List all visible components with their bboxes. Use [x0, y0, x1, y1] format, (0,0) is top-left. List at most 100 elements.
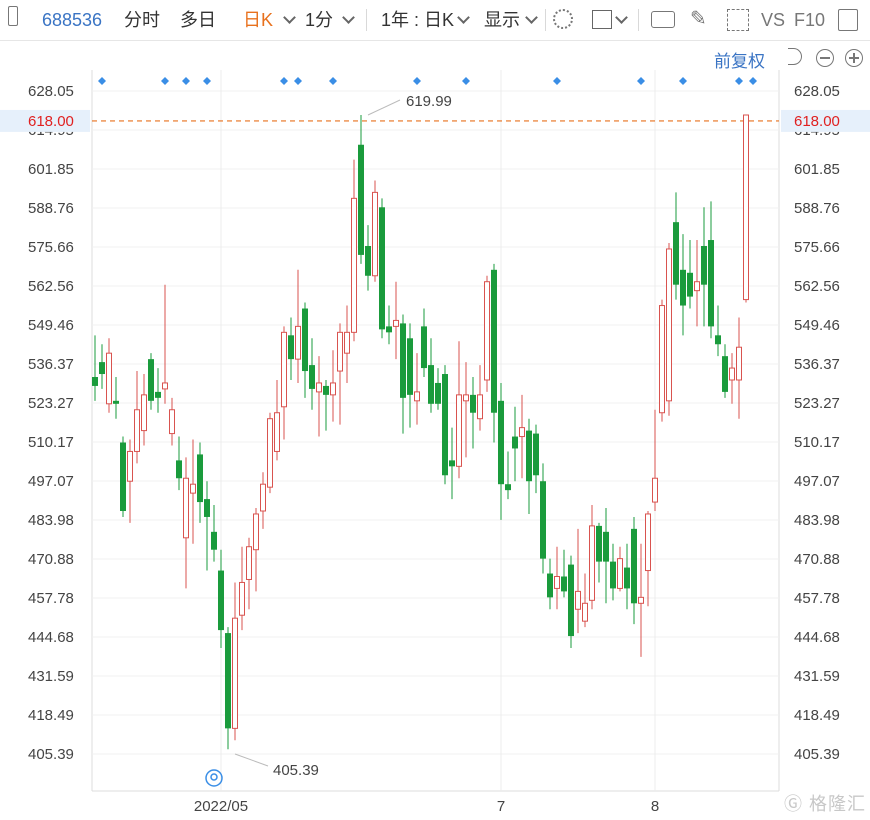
candlestick-series	[92, 114, 749, 750]
candle-body-up	[239, 581, 245, 616]
y-tick-label-left: 418.49	[28, 707, 74, 724]
y-tick-label-right: 418.49	[794, 707, 840, 724]
chevron-down-icon[interactable]	[342, 11, 355, 24]
candle-body-up	[582, 602, 588, 622]
y-tick-label-left: 523.27	[28, 395, 74, 412]
candle-body-up	[645, 513, 651, 572]
y-tick-label-right: 536.37	[794, 356, 840, 373]
candle-body-up	[260, 483, 266, 512]
y-tick-label-right: 457.78	[794, 590, 840, 607]
y-tick-label-right: 470.88	[794, 551, 840, 568]
y-tick-label-left: 497.07	[28, 473, 74, 490]
chart-toolbar: 688536 分时 多日 日K 1分 1年 : 日K 显示 ✎ VS F10	[0, 0, 870, 41]
candle-body-down	[708, 240, 714, 327]
candle-body-up	[484, 281, 490, 381]
event-markers	[98, 77, 757, 85]
chevron-down-icon[interactable]	[615, 11, 628, 24]
chevron-down-icon[interactable]	[525, 11, 538, 24]
side-panel-icon[interactable]	[838, 9, 858, 31]
y-tick-label-right: 588.76	[794, 200, 840, 217]
candle-body-up	[127, 450, 133, 482]
candle-body-up	[141, 394, 147, 432]
candle-body-up	[575, 590, 581, 610]
candle-body-up	[344, 331, 350, 354]
y-tick-label-left: 405.39	[28, 746, 74, 763]
min-annotation-line	[234, 753, 269, 767]
event-marker	[203, 77, 211, 85]
range-select[interactable]: 1年 : 日K	[381, 8, 454, 32]
candle-body-down	[540, 481, 546, 559]
candle-body-up	[617, 558, 623, 589]
collapse-panel-icon[interactable]	[8, 6, 18, 26]
display-menu[interactable]: 显示	[484, 8, 520, 32]
zoom-out-icon[interactable]	[816, 49, 834, 67]
candle-body-up	[351, 197, 357, 333]
candle-body-down	[498, 400, 504, 485]
kline-chart[interactable]: 628.05614.95601.85588.76575.66562.56549.…	[0, 0, 870, 820]
draw-pen-icon[interactable]: ✎	[690, 7, 707, 31]
max-annotation-label: 619.99	[406, 93, 452, 110]
candle-body-down	[596, 525, 602, 562]
candle-body-down	[547, 573, 553, 598]
candle-body-up	[414, 391, 420, 402]
f10-button[interactable]: F10	[794, 8, 825, 32]
candle-body-down	[176, 460, 182, 479]
stock-code: 688536	[42, 10, 103, 30]
y-tick-label-left: 575.66	[28, 239, 74, 256]
candle-body-down	[211, 531, 217, 550]
event-marker	[98, 77, 106, 85]
candle-body-up	[554, 576, 560, 589]
tab-daily-k[interactable]: 日K	[243, 8, 273, 32]
search-marker-icon-inner	[210, 773, 218, 781]
candle-body-up	[183, 477, 189, 539]
fullscreen-icon[interactable]	[727, 9, 749, 31]
candle-body-down	[421, 326, 427, 369]
y-tick-label-left: 562.56	[28, 278, 74, 295]
candle-body-down	[407, 338, 413, 395]
candle-body-up	[519, 427, 525, 438]
candle-body-up	[267, 418, 273, 488]
event-marker	[329, 77, 337, 85]
tab-intraday[interactable]: 分时	[124, 8, 160, 32]
compare-vs-button[interactable]: VS	[761, 8, 785, 32]
candle-body-up	[659, 305, 665, 414]
candle-body-up	[463, 394, 469, 402]
candle-body-down	[204, 499, 210, 517]
candle-body-down	[610, 561, 616, 589]
candle-body-down	[715, 335, 721, 345]
candle-body-down	[288, 335, 294, 360]
settings-gear-icon[interactable]	[553, 9, 573, 29]
adjust-mode-button[interactable]: 前复权	[714, 47, 765, 72]
candle-body-down	[386, 326, 392, 333]
y-axis-right: 628.05614.95601.85588.76575.66562.56549.…	[781, 83, 870, 763]
candle-body-up	[589, 525, 595, 601]
candle-body-up	[743, 114, 749, 301]
candle-body-down	[722, 356, 728, 392]
search-marker-icon	[205, 769, 223, 787]
candle-body-up	[477, 394, 483, 420]
candle-body-down	[687, 272, 693, 297]
candle-body-down	[358, 144, 364, 255]
event-marker	[735, 77, 743, 85]
grid-lines	[91, 70, 780, 792]
chart-type-icon[interactable]	[592, 10, 612, 29]
candle-body-down	[155, 391, 161, 398]
candle-body-down	[365, 245, 371, 276]
candle-body-down	[113, 400, 119, 404]
candle-body-down	[323, 385, 329, 395]
tab-multi-day[interactable]: 多日	[180, 8, 216, 32]
y-tick-label-right: 483.98	[794, 512, 840, 529]
tab-one-minute[interactable]: 1分	[305, 8, 333, 32]
chevron-down-icon[interactable]	[457, 11, 470, 24]
y-tick-label-right: 431.59	[794, 668, 840, 685]
candle-body-down	[533, 433, 539, 476]
event-marker	[679, 77, 687, 85]
candle-body-up	[666, 248, 672, 402]
zoom-in-icon[interactable]	[845, 49, 863, 67]
chevron-down-icon[interactable]	[283, 11, 296, 24]
candle-body-down	[225, 633, 231, 729]
candle-body-up	[316, 382, 322, 393]
camera-icon[interactable]	[651, 11, 675, 28]
candle-body-up	[162, 382, 168, 390]
max-annotation-line	[367, 99, 401, 116]
